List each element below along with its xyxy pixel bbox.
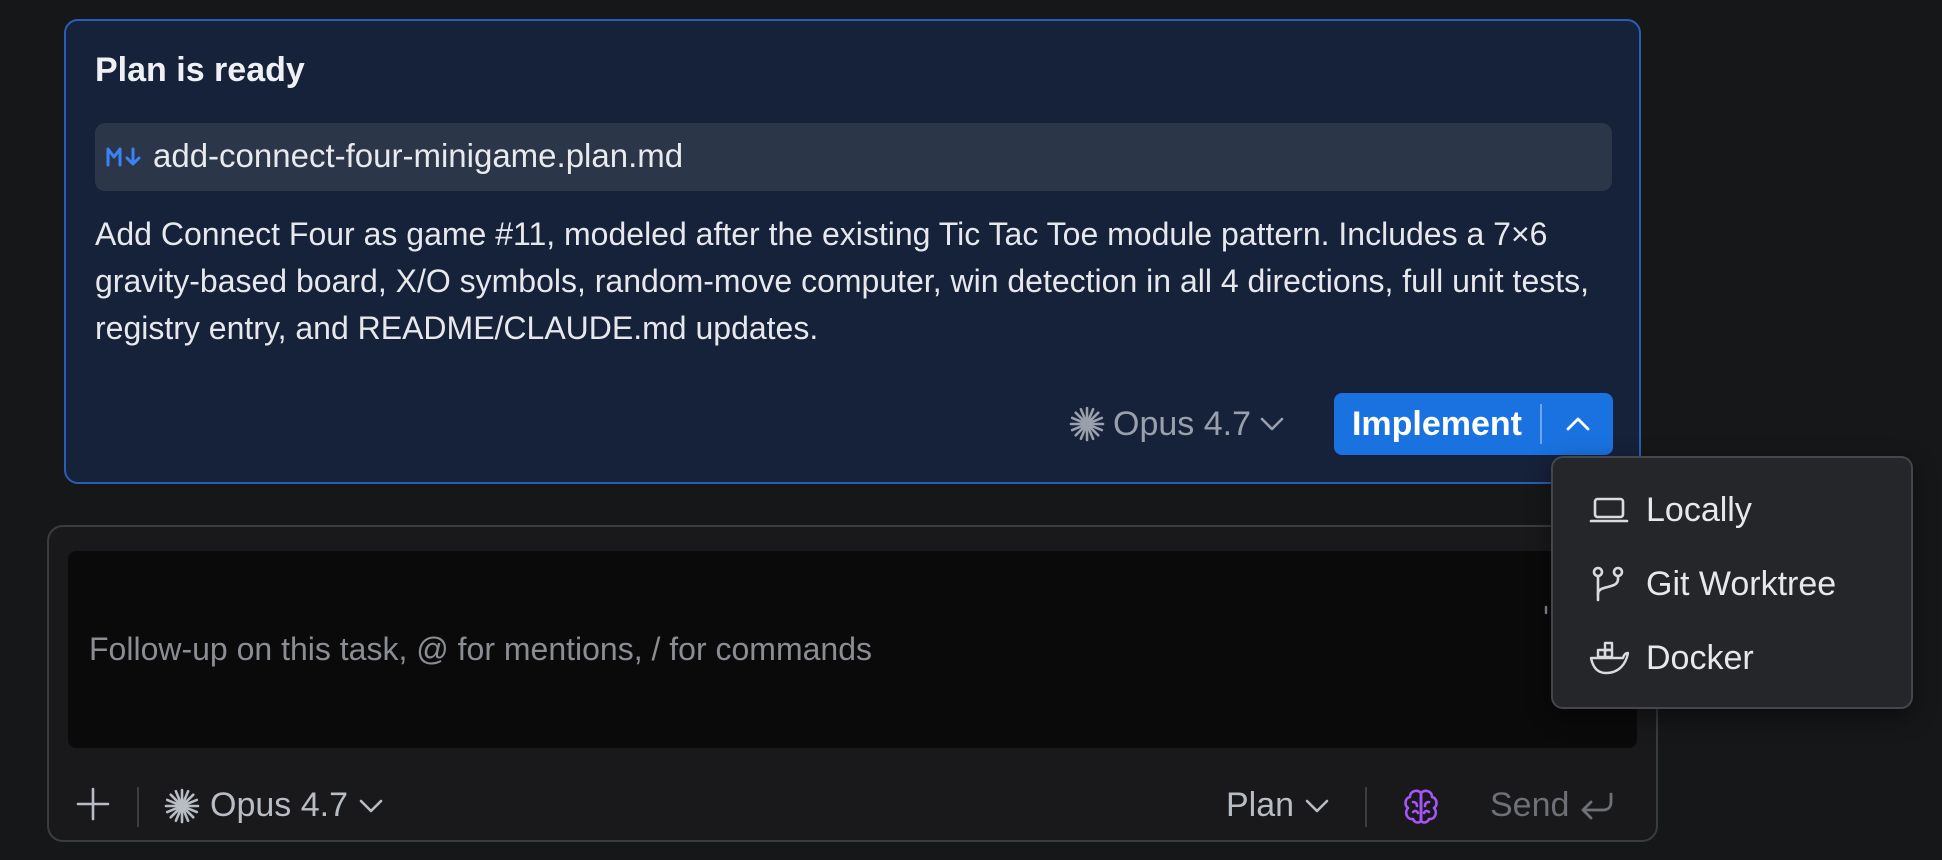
laptop-icon	[1589, 497, 1629, 523]
git-branch-icon	[1592, 566, 1624, 602]
composer-input-area[interactable]	[68, 551, 1637, 748]
toolbar-divider	[1365, 787, 1367, 827]
send-label: Send	[1490, 786, 1570, 824]
plus-icon	[76, 787, 110, 821]
menu-item-docker[interactable]: Docker	[1553, 628, 1911, 688]
mode-selector[interactable]: Plan	[1226, 786, 1330, 825]
toolbar-divider	[137, 787, 139, 827]
plan-file-name: add-connect-four-minigame.plan.md	[153, 137, 684, 174]
composer-model-label: Opus 4.7	[210, 786, 348, 824]
implement-options-toggle[interactable]	[1542, 416, 1613, 432]
plan-model-label: Opus 4.7	[1113, 404, 1251, 443]
chevron-up-icon	[1566, 417, 1589, 431]
menu-item-label: Docker	[1646, 638, 1754, 677]
menu-item-locally[interactable]: Locally	[1553, 480, 1911, 540]
plan-description: Add Connect Four as game #11, modeled af…	[95, 216, 1590, 346]
brain-icon	[1404, 789, 1438, 824]
sparkle-icon	[164, 788, 200, 823]
plan-file-chip[interactable]: add-connect-four-minigame.plan.md	[95, 123, 1612, 191]
follow-up-input[interactable]	[68, 551, 1637, 748]
menu-item-git-worktree[interactable]: Git Worktree	[1553, 554, 1911, 614]
thinking-toggle[interactable]	[1401, 787, 1441, 827]
plan-title: Plan is ready	[95, 51, 305, 89]
chevron-down-icon	[359, 799, 383, 812]
docker-icon	[1589, 641, 1629, 675]
markdown-icon	[106, 147, 141, 167]
plan-model-selector[interactable]: Opus 4.7	[1069, 404, 1285, 444]
composer-panel: Opus 4.7 Plan	[47, 525, 1658, 842]
implement-options-menu: Locally Git Worktree Docker	[1551, 456, 1913, 709]
implement-split-button[interactable]: Implement	[1334, 393, 1613, 455]
send-button[interactable]: Send	[1490, 786, 1615, 825]
composer-model-selector[interactable]: Opus 4.7	[164, 786, 384, 825]
plan-card: Plan is ready add-connect-four-minigame.…	[64, 19, 1641, 484]
composer-toolbar: Opus 4.7 Plan Send	[49, 778, 1656, 838]
menu-item-label: Locally	[1646, 490, 1752, 529]
return-arrow-icon	[1582, 792, 1613, 819]
menu-item-label: Git Worktree	[1646, 564, 1837, 603]
sparkle-icon	[1069, 406, 1105, 442]
implement-button[interactable]: Implement	[1334, 405, 1540, 444]
chevron-down-icon	[1305, 799, 1329, 812]
mode-label: Plan	[1226, 786, 1295, 824]
chevron-down-icon	[1260, 417, 1284, 431]
add-attachment-button[interactable]	[75, 786, 111, 822]
